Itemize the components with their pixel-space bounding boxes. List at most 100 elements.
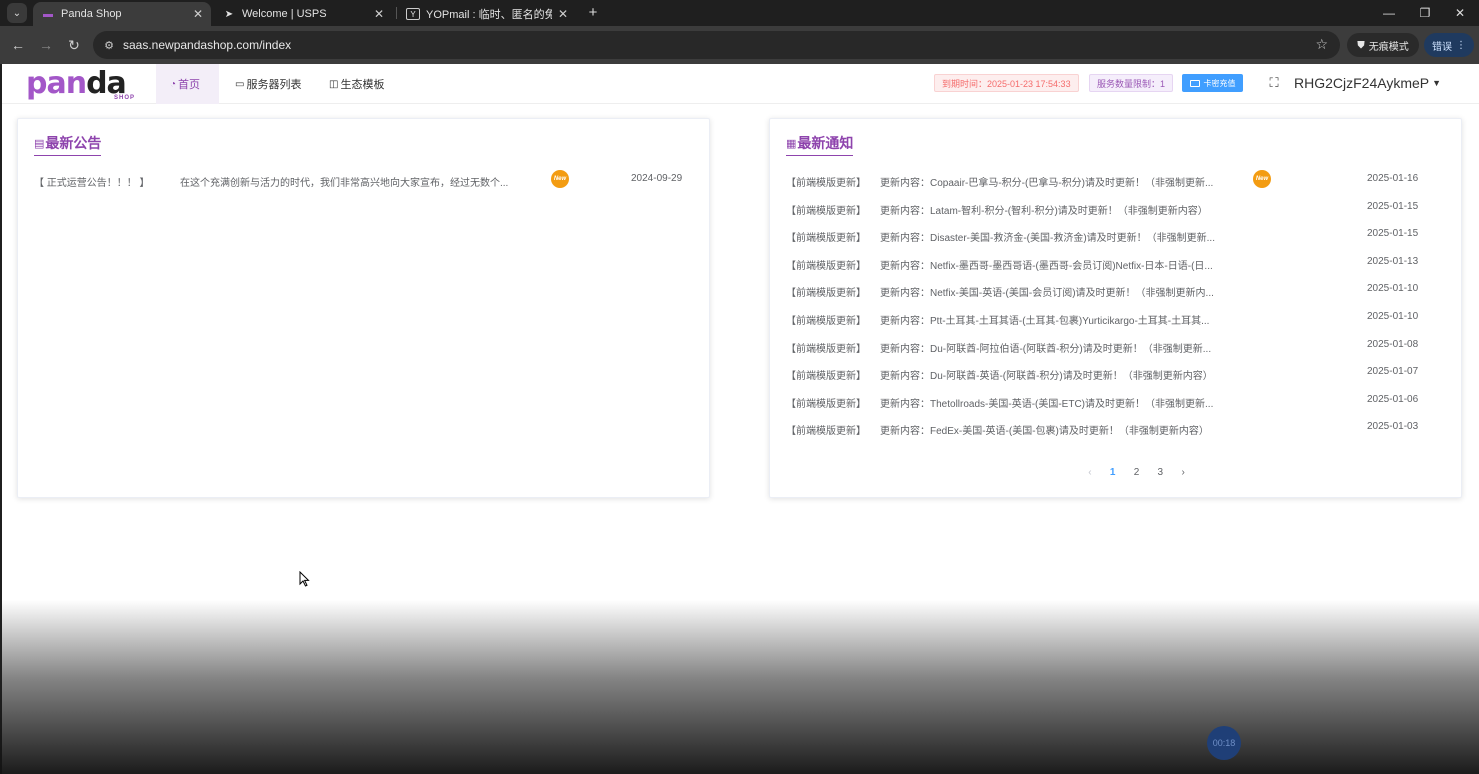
browser-tab-bar: ⌄ ▬ Panda Shop ✕ ➤ Welcome | USPS ✕ Y YO… [0, 0, 1479, 26]
close-icon: ✕ [1454, 6, 1466, 20]
notification-row[interactable]: 【前端模版更新】 更新内容：Copaair-巴拿马-积分-(巴拿马-积分)请及时更… [786, 170, 1446, 189]
fullscreen-icon[interactable]: ⛶ [1266, 75, 1282, 91]
recording-timer[interactable]: 00:18 [1207, 726, 1241, 760]
panel-title-text: 最新通知 [797, 135, 854, 151]
notifications-title: ▦ 最新通知 [786, 133, 854, 156]
notification-row[interactable]: 【前端模版更新】 更新内容：Disaster-美国-救济金-(美国-救济金)请及时… [786, 227, 1446, 244]
logo-sub: SHOP [114, 95, 136, 101]
tab-usps[interactable]: ➤ Welcome | USPS ✕ [214, 2, 392, 26]
incognito-indicator[interactable]: ⛊ 无痕模式 [1347, 33, 1419, 57]
notification-row[interactable]: 【前端模版更新】 更新内容：Netfix-墨西哥-墨西哥语-(墨西哥-会员订阅)N… [786, 255, 1446, 272]
announcement-row[interactable]: 【 正式运营公告！！！ 】 在这个充满创新与活力的时代，我们非常高兴地向大家宣布… [34, 170, 694, 189]
close-icon[interactable]: ✕ [374, 7, 384, 21]
caret-down-icon: ▼ [1432, 78, 1442, 88]
notification-category: 【前端模版更新】 [786, 399, 866, 410]
logo-wordmark: panda [26, 66, 127, 101]
notification-row[interactable]: 【前端模版更新】 更新内容：Du-阿联酋-阿拉伯语-(阿联酋-积分)请及时更新！（… [786, 338, 1446, 355]
notification-date: 2025-01-16 [1367, 173, 1419, 184]
chevron-down-icon: ⌄ [12, 7, 22, 19]
new-badge-icon: New [1253, 170, 1271, 188]
browser-toolbar: ← → ↻ ⚙ saas.newpandashop.com/index ☆ ⛊ … [0, 26, 1479, 64]
notification-category: 【前端模版更新】 [786, 371, 866, 382]
new-badge-icon: New [551, 170, 569, 188]
notification-date: 2025-01-10 [1367, 311, 1419, 322]
dashboard-icon: ◔ [170, 78, 177, 90]
usps-favicon-icon: ➤ [224, 8, 234, 20]
announcement-content: 在这个充满创新与活力的时代，我们非常高兴地向大家宣布，经过无数个... [180, 178, 509, 189]
username: RHG2CjzF24AykmeP [1294, 75, 1430, 91]
reload-button[interactable]: ↻ [64, 35, 84, 55]
announcements-panel: ▤ 最新公告 【 正式运营公告！！！ 】 在这个充满创新与活力的时代，我们非常高… [17, 118, 710, 498]
service-limit-tag: 服务数量限制：1 [1089, 74, 1174, 92]
recharge-button[interactable]: 卡密充值 [1182, 74, 1243, 92]
notification-content: 更新内容：Du-阿联酋-阿拉伯语-(阿联酋-积分)请及时更新！（非强制更新... [880, 344, 1212, 355]
panda-favicon-icon: ▬ [43, 8, 53, 20]
arrow-left-icon: ← [11, 37, 25, 53]
maximize-button[interactable]: ❐ [1408, 0, 1442, 26]
site-info-icon[interactable]: ⚙ [101, 37, 117, 53]
address-bar[interactable]: ⚙ saas.newpandashop.com/index ☆ [93, 31, 1340, 59]
nav-label: 生态模板 [340, 79, 385, 91]
nav-home[interactable]: ◔ 首页 [156, 64, 219, 104]
pagination: ‹ 1 2 3 › [1079, 464, 1194, 480]
reload-icon: ↻ [68, 36, 80, 53]
tab-yopmail[interactable]: Y YOPmail : 临时、匿名的免费邮 ✕ [398, 2, 576, 26]
notification-row[interactable]: 【前端模版更新】 更新内容：Thetollroads-美国-英语-(美国-ETC)… [786, 393, 1446, 410]
tab-separator [396, 7, 397, 19]
notification-row[interactable]: 【前端模版更新】 更新内容：Du-阿联酋-英语-(阿联酋-积分)请及时更新！（非强… [786, 365, 1446, 382]
forward-button[interactable]: → [36, 35, 56, 55]
nav-label: 首页 [178, 79, 201, 91]
notification-row[interactable]: 【前端模版更新】 更新内容：Ptt-土耳其-土耳其语-(土耳其-包裹)Yurtic… [786, 310, 1446, 327]
notification-row[interactable]: 【前端模版更新】 更新内容：FedEx-美国-英语-(美国-包裹)请及时更新！（非… [786, 420, 1446, 437]
notification-content: 更新内容：Netfix-美国-英语-(美国-会员订阅)请及时更新！（非强制更新内… [880, 288, 1214, 299]
card-icon [1189, 79, 1200, 87]
document-icon: ▦ [786, 137, 797, 150]
nav-eco-templates[interactable]: ◫ 生态模板 [315, 64, 398, 104]
bookmark-star-icon[interactable]: ☆ [1315, 36, 1328, 53]
new-tab-button[interactable]: + [584, 2, 602, 22]
tab-search-button[interactable]: ⌄ [7, 3, 27, 23]
notification-category: 【前端模版更新】 [786, 233, 866, 244]
close-window-button[interactable]: ✕ [1443, 0, 1477, 26]
panda-shop-logo[interactable]: panda SHOP [26, 66, 142, 102]
page-1-button[interactable]: 1 [1101, 467, 1125, 478]
notification-category: 【前端模版更新】 [786, 288, 866, 299]
back-button[interactable]: ← [8, 35, 28, 55]
notification-date: 2025-01-10 [1367, 283, 1419, 294]
notification-date: 2025-01-06 [1367, 394, 1419, 405]
close-icon[interactable]: ✕ [558, 7, 568, 21]
mouse-cursor-icon [299, 571, 310, 587]
more-vert-icon: ⋮ [1456, 39, 1466, 51]
notification-date: 2025-01-03 [1367, 421, 1419, 432]
minimize-button[interactable]: — [1372, 0, 1406, 26]
notification-content: 更新内容：Netfix-墨西哥-墨西哥语-(墨西哥-会员订阅)Netfix-日本… [880, 261, 1213, 272]
prev-page-button[interactable]: ‹ [1079, 467, 1101, 478]
nav-label: 服务器列表 [246, 79, 302, 91]
page-2-button[interactable]: 2 [1125, 467, 1149, 478]
notification-date: 2025-01-13 [1367, 256, 1419, 267]
monitor-icon: ▭ [235, 78, 245, 90]
plus-icon: + [588, 3, 598, 21]
incognito-label: 无痕模式 [1368, 41, 1409, 53]
notification-date: 2025-01-15 [1367, 201, 1419, 212]
notification-category: 【前端模版更新】 [786, 206, 866, 217]
bottom-fade-overlay [0, 600, 1479, 774]
notification-category: 【前端模版更新】 [786, 261, 866, 272]
error-button[interactable]: 错误 ⋮ [1424, 33, 1474, 57]
notification-content: 更新内容：FedEx-美国-英语-(美国-包裹)请及时更新！（非强制更新内容） [880, 426, 1209, 437]
tab-panda-shop[interactable]: ▬ Panda Shop ✕ [33, 2, 211, 26]
next-page-button[interactable]: › [1172, 467, 1194, 478]
panel-title-text: 最新公告 [45, 135, 102, 151]
user-menu[interactable]: RHG2CjzF24AykmeP ▼ [1294, 75, 1441, 91]
nav-server-list[interactable]: ▭ 服务器列表 [221, 64, 315, 104]
notification-content: 更新内容：Ptt-土耳其-土耳其语-(土耳其-包裹)Yurticikargo-土… [880, 316, 1210, 327]
app-header: panda SHOP ◔ 首页 ▭ 服务器列表 ◫ 生态模板 到期时间：2025… [2, 64, 1479, 104]
notification-category: 【前端模版更新】 [786, 426, 866, 437]
expire-time-tag: 到期时间：2025-01-23 17:54:33 [934, 74, 1079, 92]
page-3-button[interactable]: 3 [1148, 467, 1172, 478]
restore-icon: ❐ [1419, 6, 1431, 20]
notification-row[interactable]: 【前端模版更新】 更新内容：Latam-智利-积分-(智利-积分)请及时更新！（非… [786, 200, 1446, 217]
notification-row[interactable]: 【前端模版更新】 更新内容：Netfix-美国-英语-(美国-会员订阅)请及时更新… [786, 282, 1446, 299]
announcements-title: ▤ 最新公告 [34, 133, 102, 156]
close-icon[interactable]: ✕ [193, 7, 203, 21]
